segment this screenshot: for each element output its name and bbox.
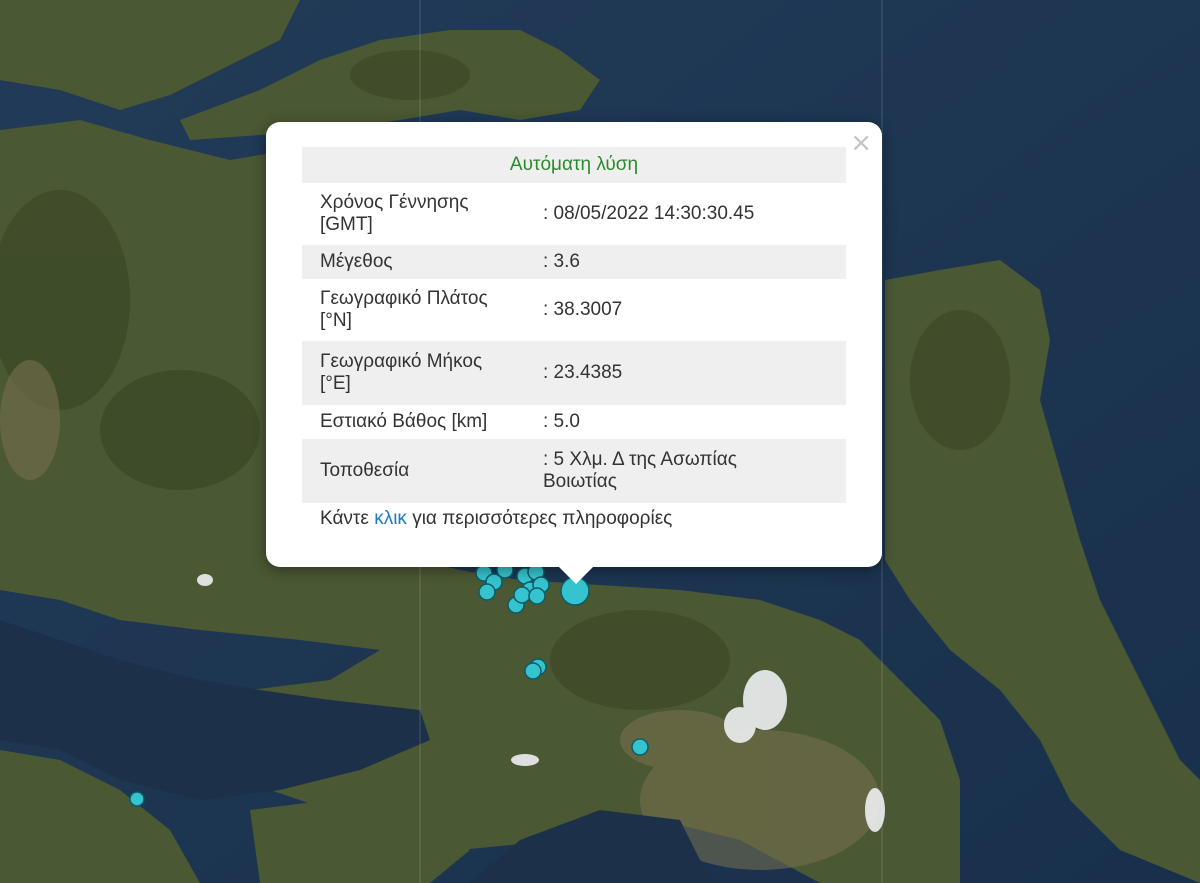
earthquake-marker[interactable] xyxy=(478,583,496,601)
more-info-link[interactable]: κλικ xyxy=(374,508,407,529)
earthquake-marker[interactable] xyxy=(524,662,542,680)
origin-time-label: Χρόνος Γέννησης [GMT] xyxy=(320,192,469,235)
earthquake-marker[interactable] xyxy=(528,587,546,605)
depth-label: Εστιακό Βάθος [km] xyxy=(320,411,488,432)
magnitude-label: Μέγεθος xyxy=(302,245,539,279)
more-info-text: Κάντε κλικ για περισσότερες πληροφορίες xyxy=(320,508,673,529)
earthquake-marker[interactable] xyxy=(129,791,145,807)
popup-pointer xyxy=(558,566,594,584)
location-value: : 5 Χλμ. Δ της Ασωπίας Βοιωτίας xyxy=(539,439,846,503)
magnitude-value: : 3.6 xyxy=(539,245,846,279)
close-icon[interactable]: × xyxy=(850,128,872,158)
location-label: Τοποθεσία xyxy=(302,439,539,503)
origin-time-value: : 08/05/2022 14:30:30.45 xyxy=(543,203,755,224)
earthquake-info-popup: × Αυτόματη λύση Χρόνος Γέννησης [GMT] : 0… xyxy=(266,122,882,567)
earthquake-info-table: Αυτόματη λύση Χρόνος Γέννησης [GMT] : 08/… xyxy=(302,147,846,503)
depth-value: : 5.0 xyxy=(543,411,580,432)
longitude-label: Γεωγραφικό Μήκος [°E] xyxy=(302,341,539,405)
earthquake-marker[interactable] xyxy=(631,738,649,756)
popup-header: Αυτόματη λύση xyxy=(302,147,846,183)
longitude-value: : 23.4385 xyxy=(539,341,846,405)
earthquake-marker[interactable] xyxy=(513,586,531,604)
latitude-value: : 38.3007 xyxy=(543,299,623,320)
latitude-label: Γεωγραφικό Πλάτος [°N] xyxy=(320,288,488,331)
